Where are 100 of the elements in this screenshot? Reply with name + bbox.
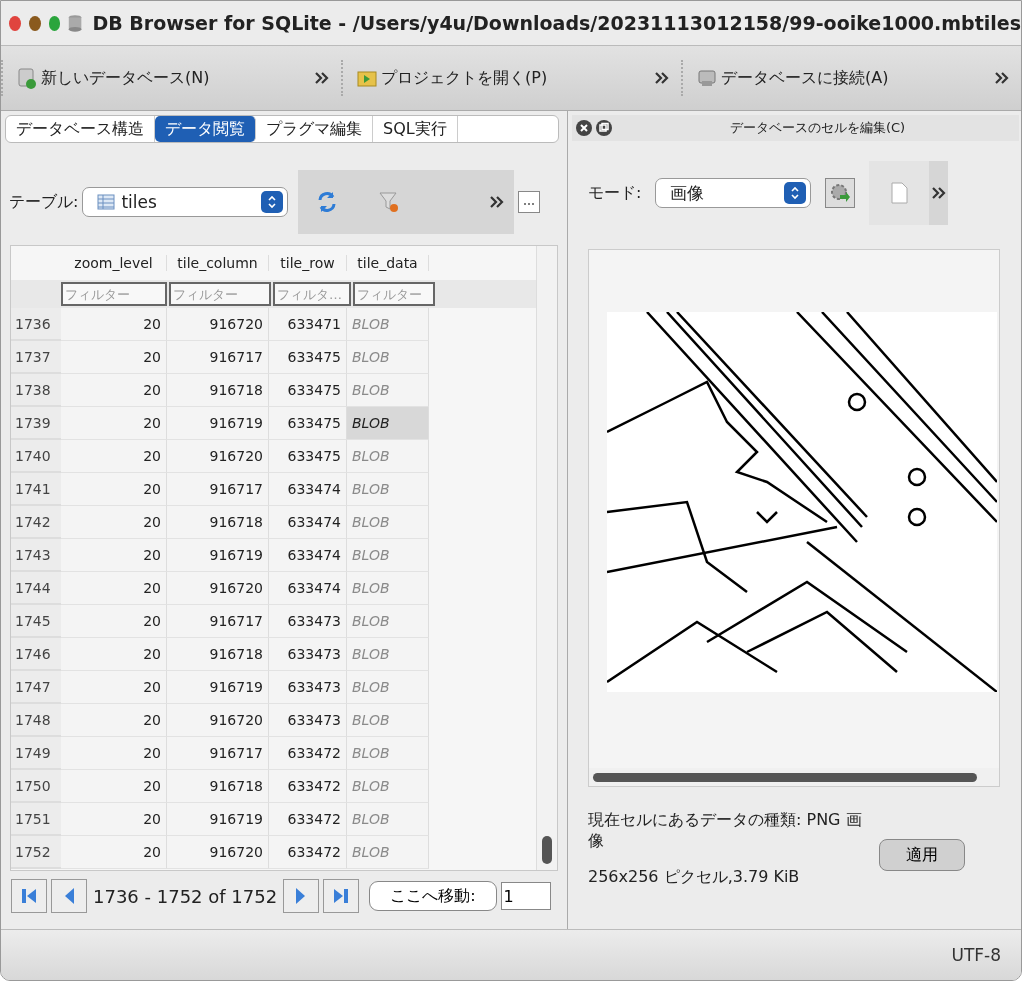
tab[interactable]: SQL実行: [373, 116, 458, 142]
page-field[interactable]: 1: [500, 882, 551, 910]
window-control[interactable]: [28, 15, 41, 31]
table-cell[interactable]: 20: [61, 407, 167, 440]
next-page-button[interactable]: [283, 879, 320, 913]
scrollbar-thumb[interactable]: [593, 772, 977, 782]
table-cell[interactable]: 20: [61, 770, 167, 803]
table-cell[interactable]: 20: [61, 704, 167, 737]
table-cell[interactable]: 633475: [269, 407, 347, 440]
table-cell[interactable]: 20: [61, 803, 167, 836]
table-cell[interactable]: 633475: [269, 374, 347, 407]
row-number[interactable]: 1740: [11, 440, 61, 473]
column-header[interactable]: tile_data: [347, 255, 429, 271]
table-cell[interactable]: 633474: [269, 572, 347, 605]
scrollbar-thumb[interactable]: [542, 836, 552, 864]
row-number[interactable]: 1748: [11, 704, 61, 737]
clear-filter-button[interactable]: [378, 190, 401, 214]
last-page-button[interactable]: [323, 879, 360, 913]
table-cell[interactable]: 20: [61, 605, 167, 638]
table-cell[interactable]: 916717: [167, 605, 269, 638]
table-cell[interactable]: 20: [61, 341, 167, 374]
window-control[interactable]: [48, 15, 61, 31]
row-number[interactable]: 1738: [11, 374, 61, 407]
table-cell[interactable]: 916720: [167, 572, 269, 605]
table-cell[interactable]: 916720: [167, 440, 269, 473]
row-number[interactable]: 1751: [11, 803, 61, 836]
table-cell[interactable]: 916720: [167, 704, 269, 737]
table-cell[interactable]: 633473: [269, 704, 347, 737]
close-button[interactable]: [576, 120, 592, 136]
table-cell[interactable]: 633474: [269, 506, 347, 539]
auto-format-button[interactable]: [825, 178, 856, 208]
row-number[interactable]: 1750: [11, 770, 61, 803]
table-cell[interactable]: 20: [61, 737, 167, 770]
table-cell[interactable]: 916718: [167, 506, 269, 539]
toolbar-button[interactable]: 新しいデータベース(N): [13, 67, 214, 89]
table-cell[interactable]: 916719: [167, 671, 269, 704]
table-cell[interactable]: 20: [61, 473, 167, 506]
table-cell[interactable]: 20: [61, 506, 167, 539]
table-cell[interactable]: 633473: [269, 638, 347, 671]
table-cell[interactable]: 633475: [269, 341, 347, 374]
table-cell[interactable]: 20: [61, 836, 167, 869]
table-cell[interactable]: 20: [61, 638, 167, 671]
table-cell[interactable]: BLOB: [347, 407, 429, 440]
table-cell[interactable]: 20: [61, 671, 167, 704]
table-cell[interactable]: 633472: [269, 737, 347, 770]
table-cell[interactable]: 916719: [167, 407, 269, 440]
table-cell[interactable]: 916719: [167, 539, 269, 572]
row-number[interactable]: 1746: [11, 638, 61, 671]
table-cell[interactable]: 916720: [167, 308, 269, 341]
table-cell[interactable]: 20: [61, 308, 167, 341]
table-cell[interactable]: 916717: [167, 341, 269, 374]
column-header[interactable]: tile_column: [167, 255, 269, 271]
table-cell[interactable]: 916720: [167, 836, 269, 869]
table-cell[interactable]: 633474: [269, 473, 347, 506]
table-cell[interactable]: 916717: [167, 473, 269, 506]
table-cell[interactable]: 916718: [167, 770, 269, 803]
row-number[interactable]: 1749: [11, 737, 61, 770]
filter-field[interactable]: フィルター: [169, 282, 271, 306]
float-button[interactable]: [596, 120, 612, 136]
filter-field[interactable]: フィルター: [353, 282, 435, 306]
row-number[interactable]: 1744: [11, 572, 61, 605]
row-number[interactable]: 1736: [11, 308, 61, 341]
toolbar-button[interactable]: プロジェクトを開く(P): [353, 67, 552, 89]
table-cell[interactable]: 20: [61, 440, 167, 473]
row-number[interactable]: 1752: [11, 836, 61, 869]
table-cell[interactable]: 633472: [269, 836, 347, 869]
go-to-button[interactable]: ここへ移動:: [369, 881, 497, 911]
toolbar-button[interactable]: データベースに接続(A): [693, 67, 893, 89]
table-cell[interactable]: 633473: [269, 605, 347, 638]
table-cell[interactable]: 916718: [167, 374, 269, 407]
column-header[interactable]: zoom_level: [61, 255, 167, 271]
table-cell[interactable]: 633472: [269, 770, 347, 803]
table-cell[interactable]: 916718: [167, 638, 269, 671]
previous-page-button[interactable]: [51, 879, 87, 913]
first-page-button[interactable]: [11, 879, 47, 913]
row-number[interactable]: 1747: [11, 671, 61, 704]
table-cell[interactable]: 20: [61, 374, 167, 407]
column-header[interactable]: tile_row: [269, 255, 347, 271]
row-number[interactable]: 1741: [11, 473, 61, 506]
table-dropdown[interactable]: tiles: [82, 187, 289, 217]
table-cell[interactable]: 916719: [167, 803, 269, 836]
row-number[interactable]: 1739: [11, 407, 61, 440]
filter-field[interactable]: フィルタ…: [273, 282, 351, 306]
window-control[interactable]: [9, 15, 21, 31]
apply-button[interactable]: 適用: [879, 839, 965, 871]
tab[interactable]: プラグマ編集: [256, 116, 373, 142]
table-cell[interactable]: 20: [61, 572, 167, 605]
table-cell[interactable]: 633474: [269, 539, 347, 572]
filter-field[interactable]: フィルター: [61, 282, 167, 306]
mode-dropdown[interactable]: 画像: [655, 178, 812, 208]
row-number[interactable]: 1743: [11, 539, 61, 572]
tab[interactable]: データ閲覧: [155, 116, 256, 142]
row-number[interactable]: 1745: [11, 605, 61, 638]
more-button[interactable]: [518, 191, 541, 213]
table-cell[interactable]: 633471: [269, 308, 347, 341]
table-cell[interactable]: 20: [61, 539, 167, 572]
table-cell[interactable]: 916717: [167, 737, 269, 770]
row-number[interactable]: 1742: [11, 506, 61, 539]
row-number[interactable]: 1737: [11, 341, 61, 374]
table-cell[interactable]: 633472: [269, 803, 347, 836]
